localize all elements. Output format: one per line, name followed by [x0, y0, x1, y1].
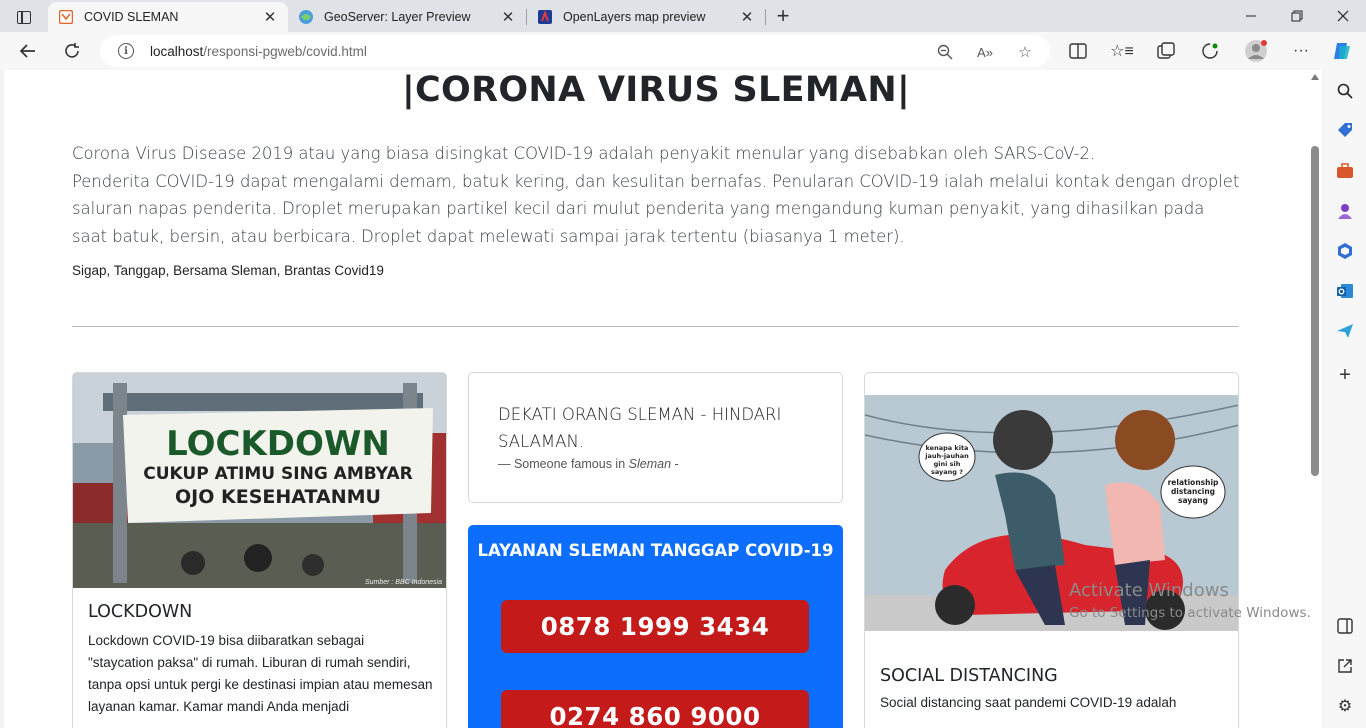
social-distancing-text: Social distancing saat pandemi COVID-19 …: [880, 695, 1177, 710]
openlayers-favicon-icon: [537, 9, 553, 25]
quote-card: DEKATI ORANG SLEMAN - HINDARI SALAMAN. —…: [468, 372, 843, 503]
lockdown-title: LOCKDOWN: [88, 602, 193, 622]
tab-openlayers[interactable]: OpenLayers map preview ✕: [527, 2, 765, 32]
phone-button-2[interactable]: 0274 860 9000: [501, 690, 809, 728]
quote-text: DEKATI ORANG SLEMAN - HINDARI SALAMAN.: [498, 405, 782, 451]
social-distancing-card: kenapa kita jauh-jauhan gini sih sayang …: [864, 372, 1239, 728]
lockdown-text: Lockdown COVID-19 bisa diibaratkan sebag…: [88, 633, 433, 714]
bubble-right-line1: relationship: [1168, 478, 1219, 487]
close-tab-icon[interactable]: ✕: [262, 9, 278, 26]
more-menu-icon[interactable]: ···: [1290, 40, 1312, 62]
copilot-icon[interactable]: [1331, 40, 1353, 62]
intro-paragraph-1: Corona Virus Disease 2019 atau yang bias…: [72, 144, 1096, 163]
lockdown-card: LOCKDOWN CUKUP ATIMU SING AMBYAR OJO KES…: [72, 372, 447, 728]
new-tab-icon[interactable]: +: [770, 3, 796, 28]
read-aloud-icon[interactable]: A»: [975, 42, 995, 62]
quote-source: Sleman: [628, 457, 672, 471]
activate-windows-subtitle: Go to Settings to activate Windows.: [1069, 605, 1311, 621]
sleman-favicon-icon: [58, 9, 74, 25]
scrollbar-thumb[interactable]: [1311, 146, 1319, 476]
tab-covid-sleman[interactable]: COVID SLEMAN ✕: [48, 2, 288, 32]
open-external-icon[interactable]: [1334, 655, 1356, 677]
hotline-title: LAYANAN SLEMAN TANGGAP COVID-19: [477, 541, 834, 560]
bubble-right-line2: distancing: [1171, 487, 1215, 496]
activate-windows-watermark: Activate Windows Go to Settings to activ…: [1069, 580, 1311, 621]
add-sidebar-app-icon[interactable]: +: [1334, 364, 1356, 386]
restore-icon[interactable]: [1274, 0, 1320, 32]
split-screen-icon[interactable]: [1067, 40, 1089, 62]
page-scrollbar[interactable]: [1308, 70, 1322, 728]
microsoft-365-icon[interactable]: [1334, 240, 1356, 262]
horizontal-divider: [72, 326, 1239, 327]
tab-strip: COVID SLEMAN ✕ GeoServer: Layer Preview …: [0, 0, 1366, 32]
browser-essentials-icon[interactable]: [1199, 40, 1221, 62]
banner-lockdown-text: LOCKDOWN: [166, 424, 390, 464]
zoom-icon[interactable]: [935, 42, 955, 62]
back-icon[interactable]: [13, 36, 43, 66]
favorites-icon[interactable]: ☆≡: [1110, 40, 1134, 62]
outlook-icon[interactable]: [1334, 280, 1356, 302]
bubble-left-line2: jauh-jauhan: [924, 452, 969, 460]
bubble-left-line1: kenapa kita: [926, 444, 969, 452]
url-text: localhost/responsi-pgweb/covid.html: [150, 43, 367, 59]
hotline-card: LAYANAN SLEMAN TANGGAP COVID-19 0878 199…: [468, 525, 843, 728]
browser-toolbar: i localhost/responsi-pgweb/covid.html A»…: [0, 32, 1366, 70]
intro-text: Corona Virus Disease 2019 atau yang bias…: [72, 140, 1242, 250]
phone-button-1[interactable]: 0878 1999 3434: [501, 600, 809, 653]
tab-geoserver[interactable]: GeoServer: Layer Preview ✕: [288, 2, 526, 32]
tab-title: COVID SLEMAN: [84, 10, 179, 24]
page-viewport[interactable]: |CORONA VIRUS SLEMAN| Corona Virus Disea…: [4, 70, 1308, 728]
send-drop-icon[interactable]: [1334, 320, 1356, 342]
favorite-star-icon[interactable]: ☆: [1015, 42, 1035, 62]
edge-sidebar: + ⚙: [1324, 70, 1366, 728]
intro-paragraph-2: Penderita COVID-19 dapat mengalami demam…: [72, 171, 1240, 246]
image-source-note: Sumber : BBC Indonesia: [364, 579, 442, 586]
close-tab-icon[interactable]: ✕: [739, 9, 755, 26]
address-bar[interactable]: i localhost/responsi-pgweb/covid.html A»…: [100, 35, 1050, 67]
search-icon[interactable]: [1334, 80, 1356, 102]
quote-footer: — Someone famous in Sleman -: [498, 457, 679, 471]
bubble-right-line3: sayang: [1178, 496, 1208, 505]
minimize-icon[interactable]: [1228, 0, 1274, 32]
profile-avatar[interactable]: [1243, 38, 1269, 64]
close-window-icon[interactable]: [1320, 0, 1366, 32]
social-distancing-title: SOCIAL DISTANCING: [880, 666, 1058, 686]
geoserver-favicon-icon: [298, 9, 314, 25]
tools-briefcase-icon[interactable]: [1334, 160, 1356, 182]
bubble-left-line4: sayang ?: [931, 468, 963, 476]
tab-separator: [765, 9, 766, 25]
collections-icon[interactable]: [1155, 40, 1177, 62]
activate-windows-title: Activate Windows: [1069, 580, 1229, 601]
sidebar-layout-icon[interactable]: [1334, 615, 1356, 637]
scroll-up-arrow-icon[interactable]: [1311, 74, 1319, 80]
tab-title: GeoServer: Layer Preview: [324, 10, 471, 24]
games-icon[interactable]: [1334, 200, 1356, 222]
site-info-icon[interactable]: i: [118, 43, 134, 59]
close-tab-icon[interactable]: ✕: [500, 9, 516, 26]
page-title: |CORONA VIRUS SLEMAN|: [401, 70, 911, 110]
refresh-icon[interactable]: [57, 36, 87, 66]
banner-line2-text: OJO KESEHATANMU: [175, 486, 381, 508]
lockdown-image: LOCKDOWN CUKUP ATIMU SING AMBYAR OJO KES…: [73, 373, 446, 588]
tab-actions-icon[interactable]: [10, 6, 38, 28]
tab-title: OpenLayers map preview: [563, 10, 706, 24]
tagline: Sigap, Tanggap, Bersama Sleman, Brantas …: [72, 263, 384, 278]
bubble-left-line3: gini sih: [934, 460, 961, 468]
shopping-tag-icon[interactable]: [1334, 120, 1356, 142]
banner-line1-text: CUKUP ATIMU SING AMBYAR: [143, 464, 412, 484]
settings-gear-icon[interactable]: ⚙: [1334, 695, 1356, 717]
